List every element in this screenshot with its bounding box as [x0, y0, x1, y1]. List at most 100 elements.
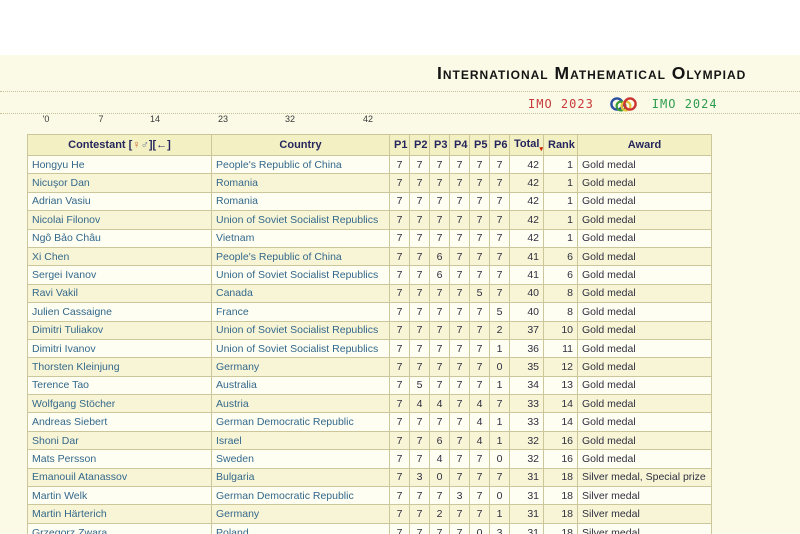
contestant-link[interactable]: Julien Cassaigne	[32, 306, 112, 318]
award-cell: Silver medal, Special prize	[578, 468, 712, 486]
country-link[interactable]: Union of Soviet Socialist Republics	[216, 214, 378, 226]
column-header-p6[interactable]: P6	[490, 135, 510, 156]
table-row: Sergei Ivanov Union of Soviet Socialist …	[28, 266, 712, 284]
country-link[interactable]: People's Republic of China	[216, 251, 342, 263]
contestant-link[interactable]: Thorsten Kleinjung	[32, 361, 120, 373]
year-navigation: IMO 2023 IMO 2024	[528, 94, 718, 114]
country-link[interactable]: Union of Soviet Socialist Republics	[216, 343, 378, 355]
score-cell: 7	[410, 431, 430, 449]
score-cell: 7	[490, 156, 510, 174]
column-header-p3[interactable]: P3	[430, 135, 450, 156]
country-link[interactable]: People's Republic of China	[216, 159, 342, 171]
country-link[interactable]: Germany	[216, 361, 259, 373]
total-cell: 31	[510, 487, 544, 505]
results-body: Hongyu He People's Republic of China 7 7…	[28, 156, 712, 534]
total-cell: 31	[510, 505, 544, 523]
score-cell: 3	[450, 487, 470, 505]
column-header-country[interactable]: Country	[212, 135, 390, 156]
score-cell: 7	[430, 174, 450, 192]
column-header-p1[interactable]: P1	[390, 135, 410, 156]
award-cell: Gold medal	[578, 229, 712, 247]
score-cell: 7	[410, 450, 430, 468]
column-header-contestant[interactable]: Contestant [♀♂][←]	[28, 135, 212, 156]
contestant-link[interactable]: Mats Persson	[32, 453, 96, 465]
score-cell: 7	[450, 395, 470, 413]
contestant-link[interactable]: Adrian Vasiu	[32, 195, 91, 207]
country-link[interactable]: Germany	[216, 508, 259, 520]
column-header-p5[interactable]: P5	[470, 135, 490, 156]
table-row: Shoni Dar Israel 7 7 6 7 4 1 32 16 Gold …	[28, 431, 712, 449]
contestant-link[interactable]: Dimitri Ivanov	[32, 343, 96, 355]
total-cell: 31	[510, 523, 544, 534]
score-cell: 7	[430, 413, 450, 431]
column-header-total[interactable]: Total▾	[510, 135, 544, 156]
country-link[interactable]: Sweden	[216, 453, 254, 465]
page-title: International Mathematical Olympiad	[437, 63, 746, 84]
score-cell: 1	[490, 376, 510, 394]
rank-cell: 11	[544, 339, 578, 357]
column-header-p2[interactable]: P2	[410, 135, 430, 156]
contestant-link[interactable]: Shoni Dar	[32, 435, 79, 447]
rank-cell: 16	[544, 431, 578, 449]
country-link[interactable]: Vietnam	[216, 232, 254, 244]
contestant-link[interactable]: Sergei Ivanov	[32, 269, 96, 281]
country-link[interactable]: Union of Soviet Socialist Republics	[216, 324, 378, 336]
column-header-rank[interactable]: Rank	[544, 135, 578, 156]
country-link[interactable]: Canada	[216, 287, 253, 299]
score-cell: 7	[450, 192, 470, 210]
score-cell: 3	[410, 468, 430, 486]
score-cell: 7	[470, 174, 490, 192]
rank-cell: 18	[544, 505, 578, 523]
country-link[interactable]: Israel	[216, 435, 242, 447]
award-cell: Gold medal	[578, 192, 712, 210]
score-cell: 7	[410, 339, 430, 357]
total-cell: 42	[510, 192, 544, 210]
contestant-link[interactable]: Grzegorz Zwara	[32, 527, 107, 534]
sort-reset-arrow-icon[interactable]: ←	[156, 139, 167, 151]
contestant-link[interactable]: Nicolai Filonov	[32, 214, 100, 226]
column-header-p4[interactable]: P4	[450, 135, 470, 156]
sort-male-icon[interactable]: ♂	[141, 139, 149, 151]
country-link[interactable]: Romania	[216, 195, 258, 207]
country-link[interactable]: France	[216, 306, 249, 318]
contestant-link[interactable]: Andreas Siebert	[32, 416, 107, 428]
score-cell: 7	[430, 339, 450, 357]
contestant-link[interactable]: Wolfgang Stöcher	[32, 398, 115, 410]
country-link[interactable]: Austria	[216, 398, 249, 410]
sort-female-icon[interactable]: ♀	[132, 139, 140, 151]
score-cell: 7	[490, 174, 510, 192]
score-cell: 4	[430, 450, 450, 468]
country-link[interactable]: German Democratic Republic	[216, 490, 354, 502]
country-link[interactable]: Poland	[216, 527, 249, 534]
country-link[interactable]: Australia	[216, 379, 257, 391]
country-link[interactable]: Romania	[216, 177, 258, 189]
nav-link-imo-2024[interactable]: IMO 2024	[652, 97, 718, 111]
contestant-link[interactable]: Xi Chen	[32, 251, 69, 263]
score-cell: 7	[450, 339, 470, 357]
contestant-link[interactable]: Ngô Bảo Châu	[32, 232, 101, 244]
contestant-link[interactable]: Martin Welk	[32, 490, 87, 502]
total-cell: 42	[510, 211, 544, 229]
country-link[interactable]: Bulgaria	[216, 471, 255, 483]
contestant-link[interactable]: Terence Tao	[32, 379, 89, 391]
contestant-link[interactable]: Nicuşor Dan	[32, 177, 90, 189]
divider-top	[0, 91, 800, 92]
table-row: Andreas Siebert German Democratic Republ…	[28, 413, 712, 431]
country-link[interactable]: German Democratic Republic	[216, 416, 354, 428]
rank-cell: 18	[544, 523, 578, 534]
contestant-link[interactable]: Dimitri Tuliakov	[32, 324, 103, 336]
score-cell: 5	[490, 303, 510, 321]
contestant-link[interactable]: Ravi Vakil	[32, 287, 78, 299]
nav-link-imo-2023[interactable]: IMO 2023	[528, 97, 594, 111]
table-row: Ravi Vakil Canada 7 7 7 7 5 7 40 8 Gold …	[28, 284, 712, 302]
contestant-link[interactable]: Emanouil Atanassov	[32, 471, 127, 483]
contestant-link[interactable]: Martin Härterich	[32, 508, 107, 520]
imo-logo-icon[interactable]	[608, 96, 638, 113]
score-cell: 7	[390, 413, 410, 431]
award-cell: Gold medal	[578, 376, 712, 394]
award-cell: Gold medal	[578, 339, 712, 357]
score-cell: 7	[470, 266, 490, 284]
contestant-link[interactable]: Hongyu He	[32, 159, 85, 171]
country-link[interactable]: Union of Soviet Socialist Republics	[216, 269, 378, 281]
column-header-award[interactable]: Award	[578, 135, 712, 156]
